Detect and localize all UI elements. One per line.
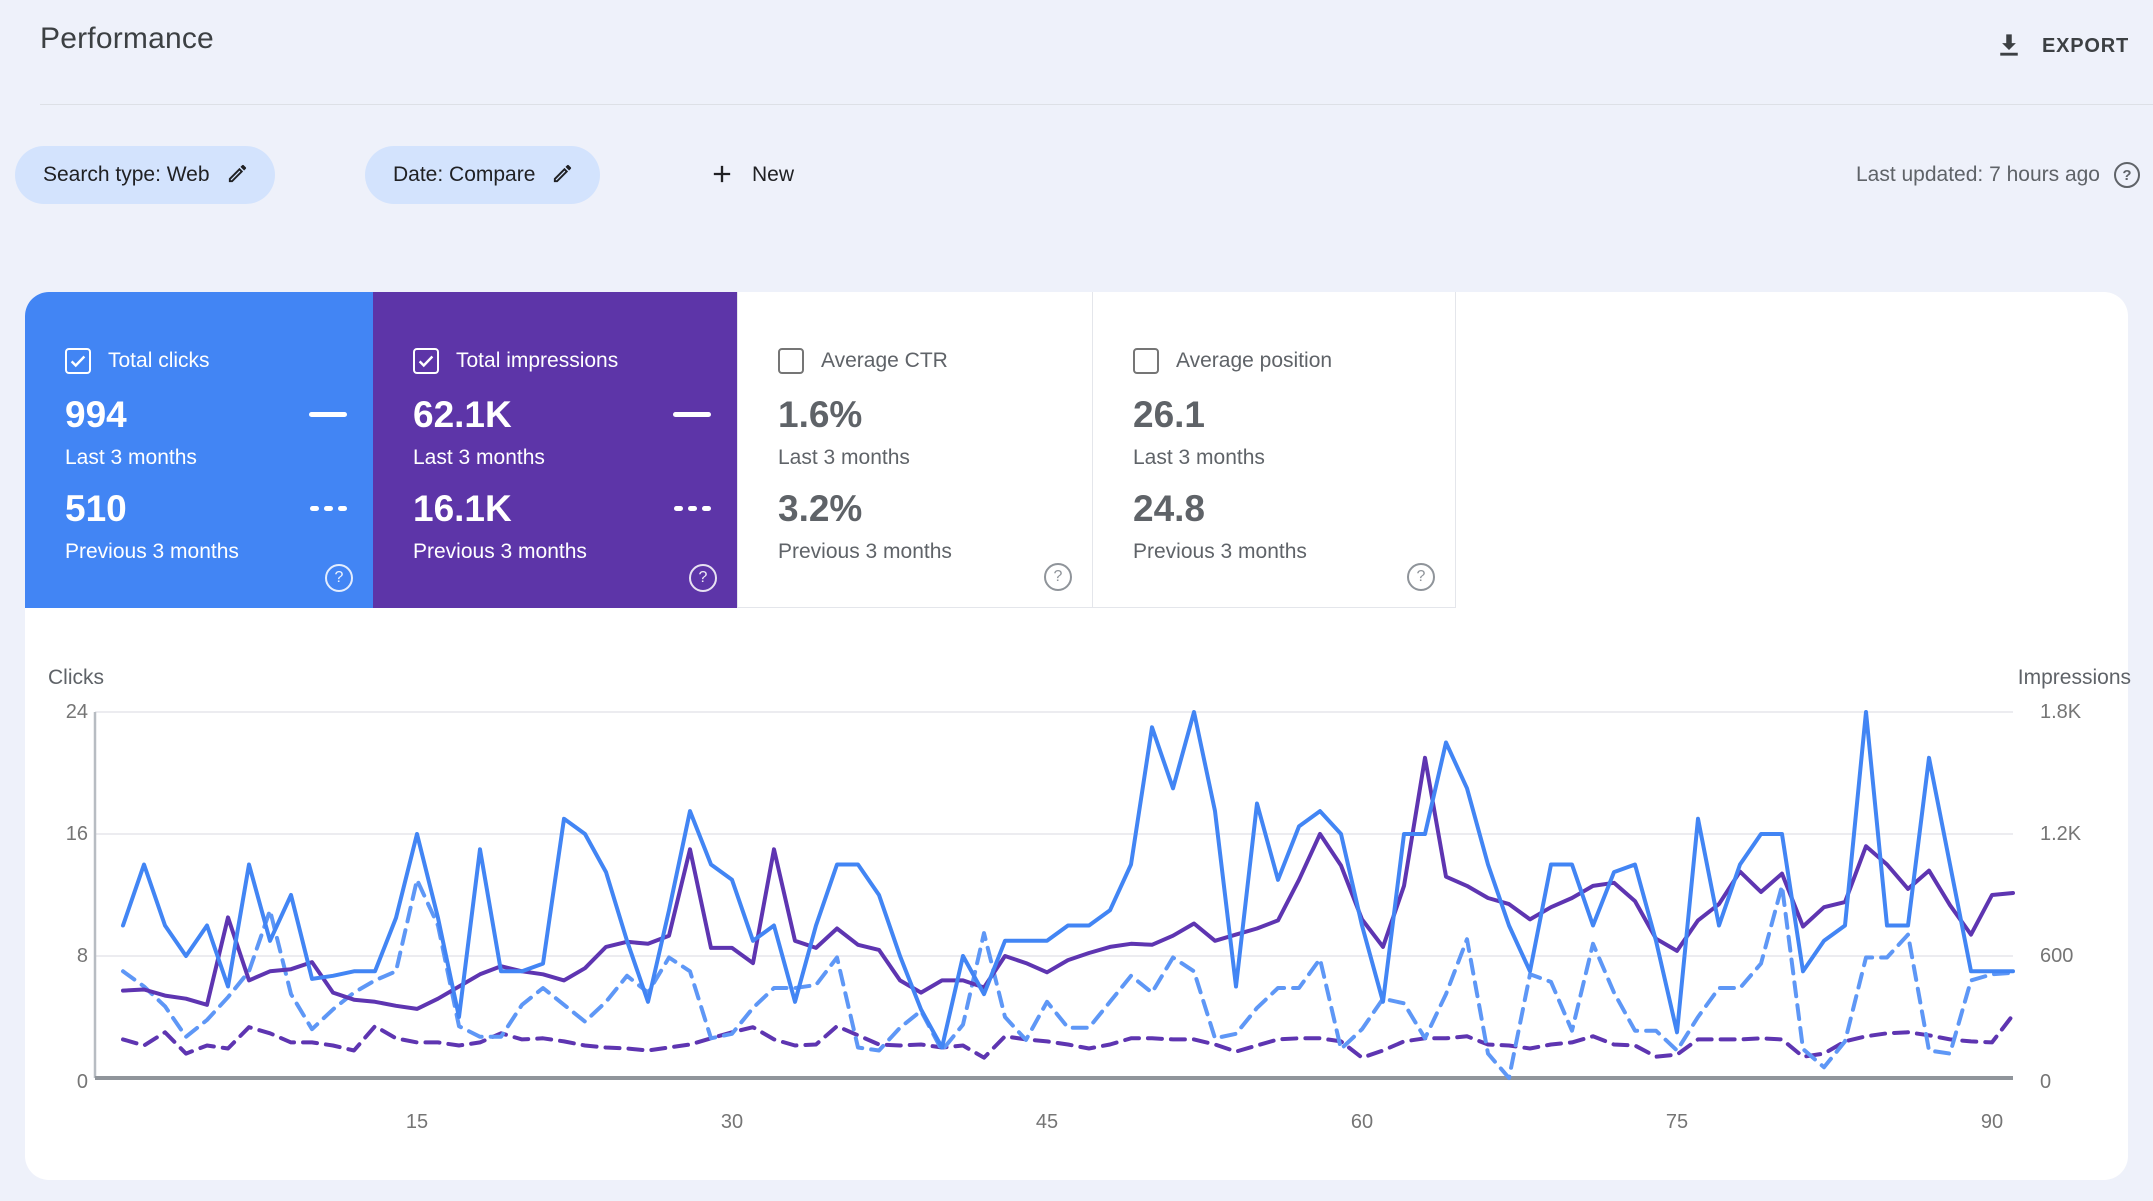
y-axis-tick: 8: [76, 945, 88, 967]
metric-card-total-clicks[interactable]: Total clicks 994 Last 3 months 510 Previ…: [25, 292, 373, 608]
metric-value-previous: 16.1K: [413, 488, 512, 529]
y-axis-tick: 0: [2040, 1071, 2052, 1093]
new-filter-button[interactable]: New: [688, 146, 814, 204]
date-compare-chip[interactable]: Date: Compare: [365, 146, 601, 204]
current-period-line-icon: [309, 412, 347, 417]
metric-caption-previous: Previous 3 months: [778, 540, 952, 563]
checkbox-checked-icon[interactable]: [413, 348, 439, 374]
metric-caption-current: Last 3 months: [778, 446, 910, 469]
metric-caption-current: Last 3 months: [413, 446, 545, 469]
x-axis-tick: 75: [1665, 1111, 1689, 1133]
page-title: Performance: [40, 22, 214, 55]
previous-period-line-icon: [674, 506, 711, 511]
x-axis-tick: 90: [1980, 1111, 2004, 1133]
metric-value-current: 1.6%: [778, 394, 863, 435]
metric-card-average-position[interactable]: Average position 26.1 Last 3 months 24.8…: [1093, 292, 1456, 608]
pencil-icon: [551, 162, 574, 188]
checkbox-unchecked-icon[interactable]: [1133, 348, 1159, 374]
y-axis-tick: 16: [65, 823, 88, 845]
checkbox-checked-icon[interactable]: [65, 348, 91, 374]
previous-period-line-icon: [310, 506, 347, 511]
help-icon[interactable]: [1044, 563, 1072, 591]
metric-value-current: 26.1: [1133, 394, 1206, 435]
last-updated-text: Last updated: 7 hours ago: [1855, 163, 2100, 186]
help-icon[interactable]: [1407, 563, 1435, 591]
metric-value-previous: 510: [65, 488, 127, 529]
performance-page: Performance EXPORT Search type: Web Date…: [0, 0, 2153, 1201]
metric-caption-current: Last 3 months: [65, 446, 197, 469]
metric-value-current: 994: [65, 394, 127, 435]
metric-card-total-impressions[interactable]: Total impressions 62.1K Last 3 months 16…: [373, 292, 737, 608]
metric-caption-previous: Previous 3 months: [1133, 540, 1307, 563]
download-icon: [1994, 30, 2024, 63]
help-icon[interactable]: [325, 564, 353, 592]
last-updated-group: Last updated: 7 hours ago: [1856, 146, 2140, 204]
chart-plot-area[interactable]: [95, 712, 2013, 1078]
y-axis-tick: 0: [76, 1071, 88, 1093]
metric-label: Average position: [1176, 349, 1333, 372]
help-icon[interactable]: [689, 564, 717, 592]
header-divider: [40, 104, 2153, 105]
metric-label: Total impressions: [456, 349, 619, 372]
x-axis-tick: 45: [1035, 1111, 1059, 1133]
metric-value-previous: 3.2%: [778, 488, 863, 529]
metric-value-previous: 24.8: [1133, 488, 1206, 529]
y-axis-tick: 1.2K: [2040, 823, 2082, 845]
current-period-line-icon: [673, 412, 711, 417]
axis-title-impressions: Impressions: [2017, 666, 2131, 689]
metric-caption-previous: Previous 3 months: [413, 540, 587, 563]
y-axis-tick: 24: [65, 701, 88, 723]
pencil-icon: [226, 162, 249, 188]
date-chip-label: Date: Compare: [393, 163, 536, 186]
export-label: EXPORT: [2041, 35, 2129, 57]
axis-title-clicks: Clicks: [48, 666, 104, 689]
search-type-chip-label: Search type: Web: [43, 163, 210, 186]
metric-label: Average CTR: [821, 349, 948, 372]
metric-caption-previous: Previous 3 months: [65, 540, 239, 563]
x-axis-tick: 30: [720, 1111, 744, 1133]
metric-caption-current: Last 3 months: [1133, 446, 1265, 469]
y-axis-tick: 600: [2040, 945, 2074, 967]
y-axis-tick: 1.8K: [2040, 701, 2082, 723]
new-button-label: New: [752, 163, 795, 186]
x-axis-tick: 15: [405, 1111, 429, 1133]
plus-icon: [708, 160, 736, 191]
search-type-chip[interactable]: Search type: Web: [15, 146, 275, 204]
checkbox-unchecked-icon[interactable]: [778, 348, 804, 374]
export-button[interactable]: EXPORT: [1986, 24, 2137, 69]
help-circle-icon[interactable]: [2114, 162, 2140, 188]
metric-card-average-ctr[interactable]: Average CTR 1.6% Last 3 months 3.2% Prev…: [737, 292, 1093, 608]
x-axis-tick: 60: [1350, 1111, 1374, 1133]
metric-label: Total clicks: [108, 349, 210, 372]
metric-value-current: 62.1K: [413, 394, 512, 435]
